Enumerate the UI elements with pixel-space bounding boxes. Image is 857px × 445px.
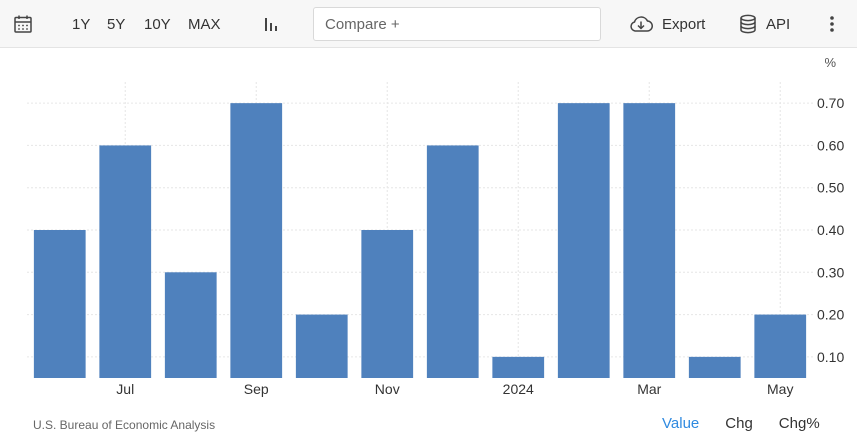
bar-2024-01[interactable] [492, 356, 545, 378]
tab-value[interactable]: Value [662, 415, 699, 432]
api-label: API [766, 15, 791, 33]
y-unit-label: % [824, 55, 836, 70]
bar-2023-06[interactable] [33, 230, 86, 378]
compare-input[interactable] [325, 15, 595, 33]
range-max-button[interactable]: MAX [188, 0, 221, 48]
y-tick-label: 0.20 [817, 307, 844, 323]
bar-2023-07[interactable] [99, 145, 152, 378]
calendar-icon[interactable] [13, 0, 33, 48]
range-1y-button[interactable]: 1Y [72, 0, 90, 48]
source-label: U.S. Bureau of Economic Analysis [33, 418, 216, 432]
x-tick-label: 2024 [503, 381, 534, 397]
view-tabs: Value Chg Chg% [662, 415, 820, 432]
bar-2023-09[interactable] [230, 103, 283, 378]
bar-2023-08[interactable] [164, 272, 217, 378]
cloud-download-icon [630, 16, 653, 32]
x-tick-label: May [767, 381, 793, 397]
export-label: Export [662, 15, 706, 33]
more-options-icon[interactable] [829, 0, 835, 48]
tab-chg[interactable]: Chg [725, 415, 753, 432]
bar-chart: Jul Sep Nov 2024 Mar May 0.10 0.20 0.30 0.40 0.50… [27, 55, 844, 397]
bar-2023-10[interactable] [295, 314, 348, 378]
y-tick-label: 0.10 [817, 349, 844, 365]
chart-area: Jul Sep Nov 2024 Mar May 0.10 0.20 0.30 0.40 0.50… [0, 48, 857, 408]
y-tick-label: 0.70 [817, 95, 844, 111]
bar-chart-icon[interactable] [262, 0, 280, 48]
bar-2023-12[interactable] [426, 145, 479, 378]
x-tick-label: Nov [375, 381, 400, 397]
toolbar: 1Y 5Y 10Y MAX Export API [0, 0, 857, 48]
y-tick-label: 0.40 [817, 222, 844, 238]
y-tick-label: 0.60 [817, 137, 844, 153]
range-10y-button[interactable]: 10Y [144, 0, 171, 48]
x-tick-label: Jul [116, 381, 134, 397]
x-tick-label: Sep [244, 381, 269, 397]
bar-2024-05[interactable] [754, 314, 807, 378]
y-tick-label: 0.50 [817, 180, 844, 196]
tab-chg-percent[interactable]: Chg% [779, 415, 820, 432]
export-button[interactable]: Export [628, 0, 705, 48]
bar-2024-02[interactable] [557, 103, 610, 378]
bar-2024-04[interactable] [688, 356, 741, 378]
bar-2024-03[interactable] [623, 103, 676, 378]
api-button[interactable]: API [739, 0, 790, 48]
x-tick-label: Mar [637, 381, 661, 397]
compare-box [313, 7, 601, 41]
range-5y-button[interactable]: 5Y [107, 0, 125, 48]
database-icon [740, 14, 756, 34]
bar-2023-11[interactable] [361, 230, 414, 378]
y-tick-label: 0.30 [817, 264, 844, 280]
